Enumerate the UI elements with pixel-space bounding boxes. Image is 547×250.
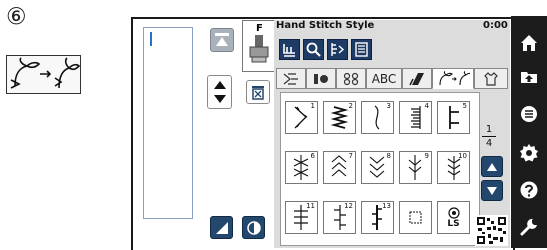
- stitch-number: 3: [386, 102, 391, 110]
- help-icon: [520, 181, 538, 199]
- wrench-button[interactable]: [511, 212, 547, 242]
- jump-to-top-icon: [215, 33, 229, 46]
- home-button[interactable]: [511, 28, 547, 58]
- upload-button[interactable]: [511, 61, 547, 91]
- stitch-number: 6: [310, 152, 315, 160]
- tab-buttonhole[interactable]: [306, 68, 336, 89]
- stitch-number: 13: [382, 202, 391, 210]
- stitch-button-11[interactable]: 11: [285, 201, 318, 234]
- empty-square-stitch-icon: [409, 211, 422, 224]
- stitch-button-5[interactable]: 5: [437, 101, 470, 134]
- panel-title: Hand Stitch Style: [276, 20, 375, 31]
- help-button[interactable]: [511, 175, 547, 205]
- qr-code-icon[interactable]: [475, 215, 508, 246]
- stitch-button-2[interactable]: 2: [323, 101, 356, 134]
- stitch-button-3[interactable]: 3: [361, 101, 394, 134]
- settings-button[interactable]: [511, 138, 547, 168]
- cursor-updown-button[interactable]: [207, 75, 232, 109]
- step-number: ⑥: [6, 4, 27, 30]
- page-down-icon: [487, 186, 497, 195]
- wrench-icon: [520, 218, 537, 236]
- presser-foot-letter: F: [256, 23, 263, 34]
- buttonhole-icon: [314, 73, 328, 84]
- stitch-number: 12: [344, 202, 353, 210]
- page-down-button[interactable]: [481, 180, 503, 201]
- stitch-button-6[interactable]: 6: [285, 151, 318, 184]
- mirror-button[interactable]: [242, 216, 265, 239]
- cursor-up-icon[interactable]: [213, 81, 226, 89]
- my-stitch-icon: [484, 71, 498, 86]
- zoom-icon: [306, 42, 321, 57]
- stitch-combine-button[interactable]: [327, 39, 348, 60]
- stitch-number: 1: [310, 102, 315, 110]
- stitch-number: 8: [386, 152, 391, 160]
- stitch-button-1[interactable]: 1: [285, 101, 318, 134]
- settings-icon: [520, 144, 538, 162]
- page-current: 1: [485, 124, 493, 135]
- satin-stitch-icon: [409, 72, 424, 85]
- delete-button[interactable]: [246, 80, 270, 104]
- delete-icon: [252, 86, 264, 100]
- stitch-number: 5: [462, 102, 467, 110]
- jump-to-top-button[interactable]: [210, 28, 234, 52]
- stitch-button-13[interactable]: 13: [361, 201, 394, 234]
- stitch-time: 0:00: [483, 20, 508, 31]
- text-cursor: [150, 32, 152, 46]
- stitch-button-ls[interactable]: LS: [437, 201, 470, 234]
- stitch-button-10[interactable]: 10: [437, 151, 470, 184]
- utility-stitch-icon: [283, 72, 298, 85]
- stitch-button-9[interactable]: 9: [399, 151, 432, 184]
- hand-stitch-style-icon: [439, 71, 470, 86]
- tab-character-label: ABC: [371, 71, 397, 86]
- list-icon: [355, 42, 368, 57]
- page-total: 4: [485, 138, 493, 149]
- stitch-edit-icon: [215, 221, 228, 234]
- decorative-stitch-category-icon: [6, 55, 81, 94]
- presser-foot-settings-button[interactable]: [279, 39, 300, 60]
- presser-foot-indicator: F: [242, 20, 278, 72]
- menu-icon: [521, 106, 537, 122]
- stitch-number: 7: [348, 152, 353, 160]
- upload-icon: [521, 72, 537, 83]
- stitch-button-7[interactable]: 7: [323, 151, 356, 184]
- tab-decorative-stitch[interactable]: [336, 68, 366, 89]
- stitch-button-14[interactable]: [399, 201, 432, 234]
- stitch-number: 10: [458, 152, 467, 160]
- stitch-number: 9: [424, 152, 429, 160]
- page-up-button[interactable]: [481, 156, 503, 177]
- mirror-icon: [246, 220, 261, 235]
- stitch-grid: 1 2 3 4 5 6 7 8 9 10 11 12 13 LS: [280, 92, 480, 246]
- stitch-combine-icon: [331, 43, 345, 56]
- long-stitch-icon: [447, 206, 460, 219]
- cursor-down-icon[interactable]: [213, 95, 226, 103]
- stitch-combination-pane[interactable]: [143, 27, 193, 219]
- page-indicator: 1 4: [480, 124, 498, 149]
- stitch-button-8[interactable]: 8: [361, 151, 394, 184]
- tab-my-stitch[interactable]: [474, 68, 508, 89]
- stitch-button-12[interactable]: 12: [323, 201, 356, 234]
- stitch-number: 11: [306, 202, 315, 210]
- long-stitch-label: LS: [447, 218, 460, 229]
- tab-utility-stitch[interactable]: [276, 68, 306, 89]
- tab-satin-stitch[interactable]: [402, 68, 432, 89]
- stitch-edit-button[interactable]: [210, 216, 233, 239]
- stitch-number: 2: [348, 102, 353, 110]
- page-up-icon: [487, 162, 497, 171]
- stitch-button-4[interactable]: 4: [399, 101, 432, 134]
- stitch-number: 4: [424, 102, 429, 110]
- presser-foot-settings-icon: [283, 44, 295, 57]
- menu-button[interactable]: [511, 99, 547, 129]
- list-button[interactable]: [351, 39, 372, 60]
- tab-hand-stitch-style[interactable]: [432, 68, 474, 89]
- tab-character-stitch[interactable]: ABC: [366, 68, 402, 89]
- decorative-stitch-icon: [343, 72, 359, 85]
- zoom-button[interactable]: [303, 39, 324, 60]
- home-icon: [521, 35, 537, 51]
